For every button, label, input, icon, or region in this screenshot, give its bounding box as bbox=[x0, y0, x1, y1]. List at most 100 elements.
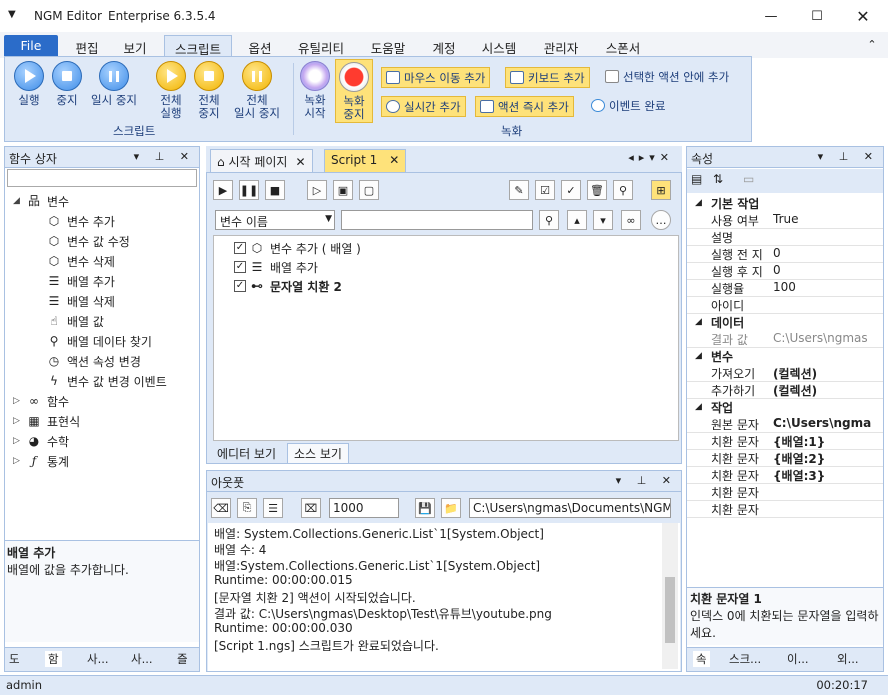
edit-icon[interactable]: ✎ bbox=[509, 180, 529, 200]
tab-left-3[interactable]: 사... bbox=[87, 651, 109, 667]
property-row[interactable]: 아이디 bbox=[687, 297, 883, 314]
list-icon[interactable]: ☰ bbox=[263, 498, 283, 518]
expand-icon[interactable]: ▷ bbox=[13, 456, 20, 466]
ribbon-collapse-icon[interactable]: ⌃ bbox=[862, 35, 882, 57]
tree-item[interactable]: ☰ 배열 삭제 bbox=[47, 291, 115, 311]
tree-item[interactable]: ƒ 통계 bbox=[27, 451, 69, 471]
property-row[interactable]: 원본 문자 C:\Users\ngma bbox=[687, 416, 883, 433]
tree-item[interactable]: ⬡ 변수 값 수정 bbox=[47, 231, 130, 251]
property-row[interactable]: 치환 문자 bbox=[687, 501, 883, 518]
tab-left-5[interactable]: 즐 bbox=[177, 651, 188, 667]
maximize-icon[interactable]: ☐ bbox=[794, 0, 840, 32]
add-in-selected-button[interactable]: 선택한 액션 안에 추가 bbox=[601, 67, 733, 88]
tree-item[interactable]: ◕ 수학 bbox=[27, 431, 69, 451]
tree-item[interactable]: ◷ 액션 속성 변경 bbox=[47, 351, 141, 371]
step-icon[interactable]: ▷ bbox=[307, 180, 327, 200]
tab-script-1[interactable]: Script 1 ✕ bbox=[324, 149, 407, 172]
expand-icon[interactable]: ▷ bbox=[13, 436, 20, 446]
tab-account[interactable]: 계정 bbox=[428, 35, 460, 57]
search-icon[interactable]: ⚲ bbox=[613, 180, 633, 200]
clean-icon[interactable]: ⌫ bbox=[211, 498, 231, 518]
step-into-icon[interactable]: ▣ bbox=[333, 180, 353, 200]
expand-icon[interactable]: ▷ bbox=[13, 416, 20, 426]
stop-icon[interactable]: ■ bbox=[265, 180, 285, 200]
tree-item[interactable]: 品 변수 bbox=[27, 191, 69, 211]
add-instant-button[interactable]: 액션 즉시 추가 bbox=[475, 96, 574, 117]
add-realtime-button[interactable]: 실시간 추가 bbox=[381, 96, 466, 117]
tab-right-1[interactable]: 속 bbox=[693, 651, 710, 667]
pause-all-button[interactable]: 전체 일시 중지 bbox=[229, 61, 285, 120]
property-row[interactable]: 실행율 100 bbox=[687, 280, 883, 297]
tab-system[interactable]: 시스템 bbox=[476, 35, 522, 57]
delete-icon[interactable]: 🗑 bbox=[587, 180, 607, 200]
event-done-button[interactable]: 이벤트 완료 bbox=[587, 96, 670, 117]
tab-left-4[interactable]: 사... bbox=[131, 651, 153, 667]
close-icon[interactable]: ✕ bbox=[840, 0, 886, 32]
play-icon[interactable]: ▶ bbox=[213, 180, 233, 200]
tab-source-view[interactable]: 소스 보기 bbox=[287, 443, 349, 464]
category-basic[interactable]: ◢ 기본 작업 bbox=[687, 195, 883, 212]
variable-search-input[interactable] bbox=[341, 210, 533, 230]
property-row[interactable]: 치환 문자 {배열:2} bbox=[687, 450, 883, 467]
property-row[interactable]: 추가하기 (컬렉션) bbox=[687, 382, 883, 399]
close-tab-icon[interactable]: ✕ bbox=[389, 153, 399, 167]
property-row[interactable]: 사용 여부 True bbox=[687, 212, 883, 229]
collapse-icon[interactable]: ◢ bbox=[13, 196, 20, 206]
tab-editor-view[interactable]: 에디터 보기 bbox=[211, 444, 283, 463]
sort-az-icon[interactable]: ⇅ bbox=[713, 172, 723, 186]
tab-utility[interactable]: 유틸리티 bbox=[292, 35, 350, 57]
tree-item[interactable]: ∞ 함수 bbox=[27, 391, 69, 411]
tab-edit[interactable]: 편집 bbox=[70, 35, 104, 57]
property-row[interactable]: 실행 후 지0 bbox=[687, 263, 883, 280]
tree-item[interactable]: ☰ 배열 추가 bbox=[47, 271, 115, 291]
tree-item[interactable]: ☝ 배열 값 bbox=[47, 311, 104, 331]
expand-icon[interactable]: ▷ bbox=[13, 396, 20, 406]
property-row[interactable]: 치환 문자 {배열:1} bbox=[687, 433, 883, 450]
folder-icon[interactable]: 📁 bbox=[441, 498, 461, 518]
output-path-input[interactable]: C:\Users\ngmas\Documents\NGM6\ bbox=[469, 498, 671, 518]
category-data[interactable]: ◢ 데이터 bbox=[687, 314, 883, 331]
property-row[interactable]: 설명 bbox=[687, 229, 883, 246]
scrollbar[interactable] bbox=[662, 523, 678, 669]
tab-right-3[interactable]: 이... bbox=[787, 651, 809, 667]
tab-left-2[interactable]: 함 bbox=[45, 651, 62, 667]
check-icon[interactable]: ✓ bbox=[561, 180, 581, 200]
property-row[interactable]: 결과 값 C:\Users\ngmas bbox=[687, 331, 883, 348]
tree-view-icon[interactable]: ⊞ bbox=[651, 180, 671, 200]
panel-controls-icon[interactable]: ▾ ⊥ ✕ bbox=[134, 150, 195, 163]
tab-sponsor[interactable]: 스폰서 bbox=[600, 35, 646, 57]
check-all-icon[interactable]: ☑ bbox=[535, 180, 555, 200]
tree-item[interactable]: ⬡ 변수 삭제 bbox=[47, 251, 115, 271]
tab-options[interactable]: 옵션 bbox=[242, 35, 278, 57]
tab-help[interactable]: 도움말 bbox=[366, 35, 410, 57]
action-row[interactable]: ✓ ⬡ 변수 추가 ( 배열 ) bbox=[234, 238, 361, 258]
checkbox[interactable]: ✓ bbox=[234, 280, 246, 292]
record-start-button[interactable]: 녹화 시작 bbox=[297, 61, 333, 120]
add-mouse-move-button[interactable]: 마우스 이동 추가 bbox=[381, 67, 491, 88]
action-row[interactable]: ✓ ☰ 배열 추가 bbox=[234, 257, 318, 277]
scrollbar-thumb[interactable] bbox=[665, 577, 675, 643]
stop-button[interactable]: 중지 bbox=[47, 61, 87, 107]
property-row[interactable]: 가져오기 (컬렉션) bbox=[687, 365, 883, 382]
minimize-icon[interactable]: — bbox=[748, 0, 794, 32]
tab-admin[interactable]: 관리자 bbox=[538, 35, 584, 57]
property-row[interactable]: 치환 문자 bbox=[687, 484, 883, 501]
tab-file[interactable]: File bbox=[4, 35, 58, 57]
stop-all-button[interactable]: 전체 중지 bbox=[189, 61, 229, 120]
tab-left-1[interactable]: 도 bbox=[9, 651, 20, 667]
tab-start-page[interactable]: ⌂ 시작 페이지 ✕ bbox=[210, 149, 313, 172]
more-icon[interactable]: … bbox=[651, 210, 671, 230]
tab-right-4[interactable]: 외... bbox=[837, 651, 859, 667]
quick-access-menu-icon[interactable]: ▼ bbox=[8, 9, 16, 20]
run-button[interactable]: 실행 bbox=[9, 61, 49, 107]
category-variable[interactable]: ◢ 변수 bbox=[687, 348, 883, 365]
variable-select[interactable]: 변수 이름 ▼ bbox=[215, 210, 335, 230]
tree-item[interactable]: ⚲ 배열 데이타 찾기 bbox=[47, 331, 152, 351]
document-settings-icon[interactable]: ⎘ bbox=[237, 498, 257, 518]
checkbox[interactable]: ✓ bbox=[234, 261, 246, 273]
property-pages-icon[interactable]: ▭ bbox=[743, 172, 754, 186]
tab-right-2[interactable]: 스크... bbox=[729, 651, 761, 667]
property-row[interactable]: 실행 전 지0 bbox=[687, 246, 883, 263]
tree-item[interactable]: ▦ 표현식 bbox=[27, 411, 80, 431]
panel-controls-icon[interactable]: ▾ ⊥ ✕ bbox=[616, 474, 677, 487]
